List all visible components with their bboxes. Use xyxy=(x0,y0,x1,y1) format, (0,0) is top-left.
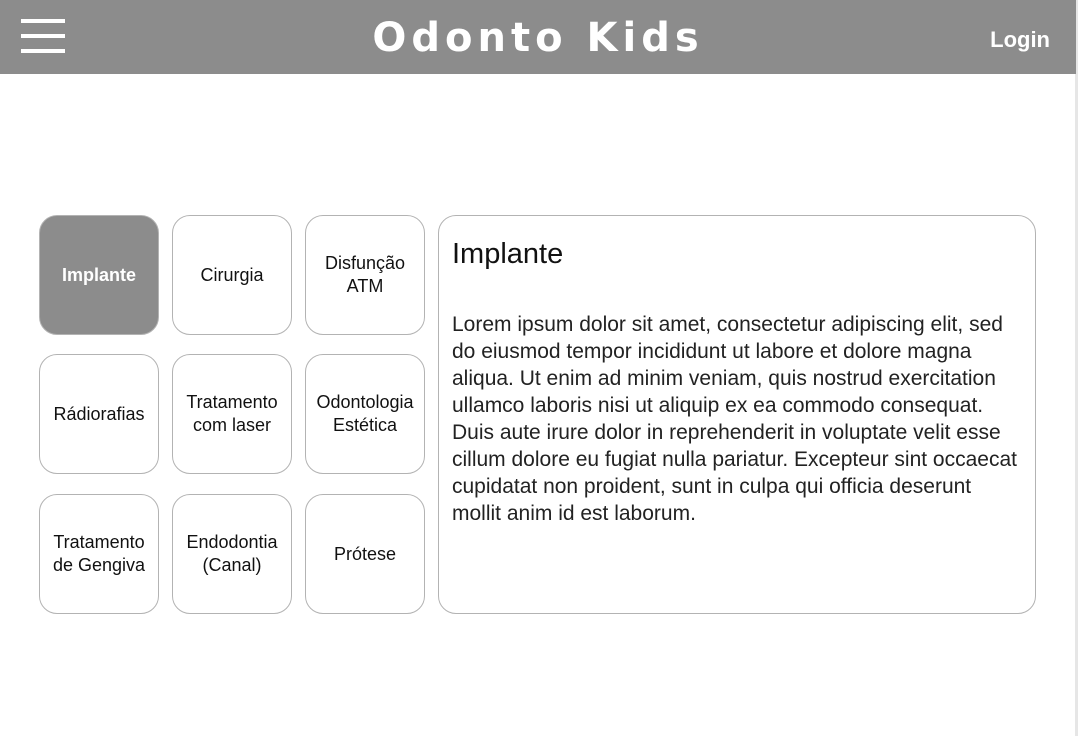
service-tile-label: Endodontia (Canal) xyxy=(186,532,278,575)
service-tile-label: Implante xyxy=(61,264,136,285)
login-link[interactable]: Login xyxy=(990,26,1050,54)
service-tile-label: Odontologia Estética xyxy=(316,392,414,435)
service-tile-label: Cirurgia xyxy=(200,264,264,285)
service-detail-body: Lorem ipsum dolor sit amet, consectetur … xyxy=(452,313,1017,525)
service-tile-cirurgia[interactable]: Cirurgia xyxy=(172,215,292,335)
service-tile-tratamento-gengiva[interactable]: Tratamento de Gengiva xyxy=(39,494,159,614)
service-tile-tratamento-laser[interactable]: Tratamento com laser xyxy=(172,354,292,474)
site-title: Odonto Kids xyxy=(372,15,704,61)
service-tile-label: Rádiorafias xyxy=(53,403,145,424)
service-tile-label: Tratamento de Gengiva xyxy=(52,532,146,575)
service-tile-protese[interactable]: Prótese xyxy=(305,494,425,614)
service-tile-odontologia-estetica[interactable]: Odontologia Estética xyxy=(305,354,425,474)
service-tile-label: Tratamento com laser xyxy=(186,392,278,435)
service-tile-radiorafias[interactable]: Rádiorafias xyxy=(39,354,159,474)
service-detail-title: Implante xyxy=(452,238,564,270)
service-tile-endodontia[interactable]: Endodontia (Canal) xyxy=(172,494,292,614)
service-tile-disfuncao-atm[interactable]: Disfunção ATM xyxy=(305,215,425,335)
page: Odonto Kids Login Implante Cirurgia Disf… xyxy=(0,0,1078,736)
service-tile-label: Disfunção ATM xyxy=(324,253,406,296)
top-bar: Odonto Kids Login xyxy=(0,0,1076,74)
service-tile-implante[interactable]: Implante xyxy=(39,215,159,335)
service-tile-label: Prótese xyxy=(333,543,397,564)
service-detail-panel: Implante Lorem ipsum dolor sit amet, con… xyxy=(438,215,1036,614)
